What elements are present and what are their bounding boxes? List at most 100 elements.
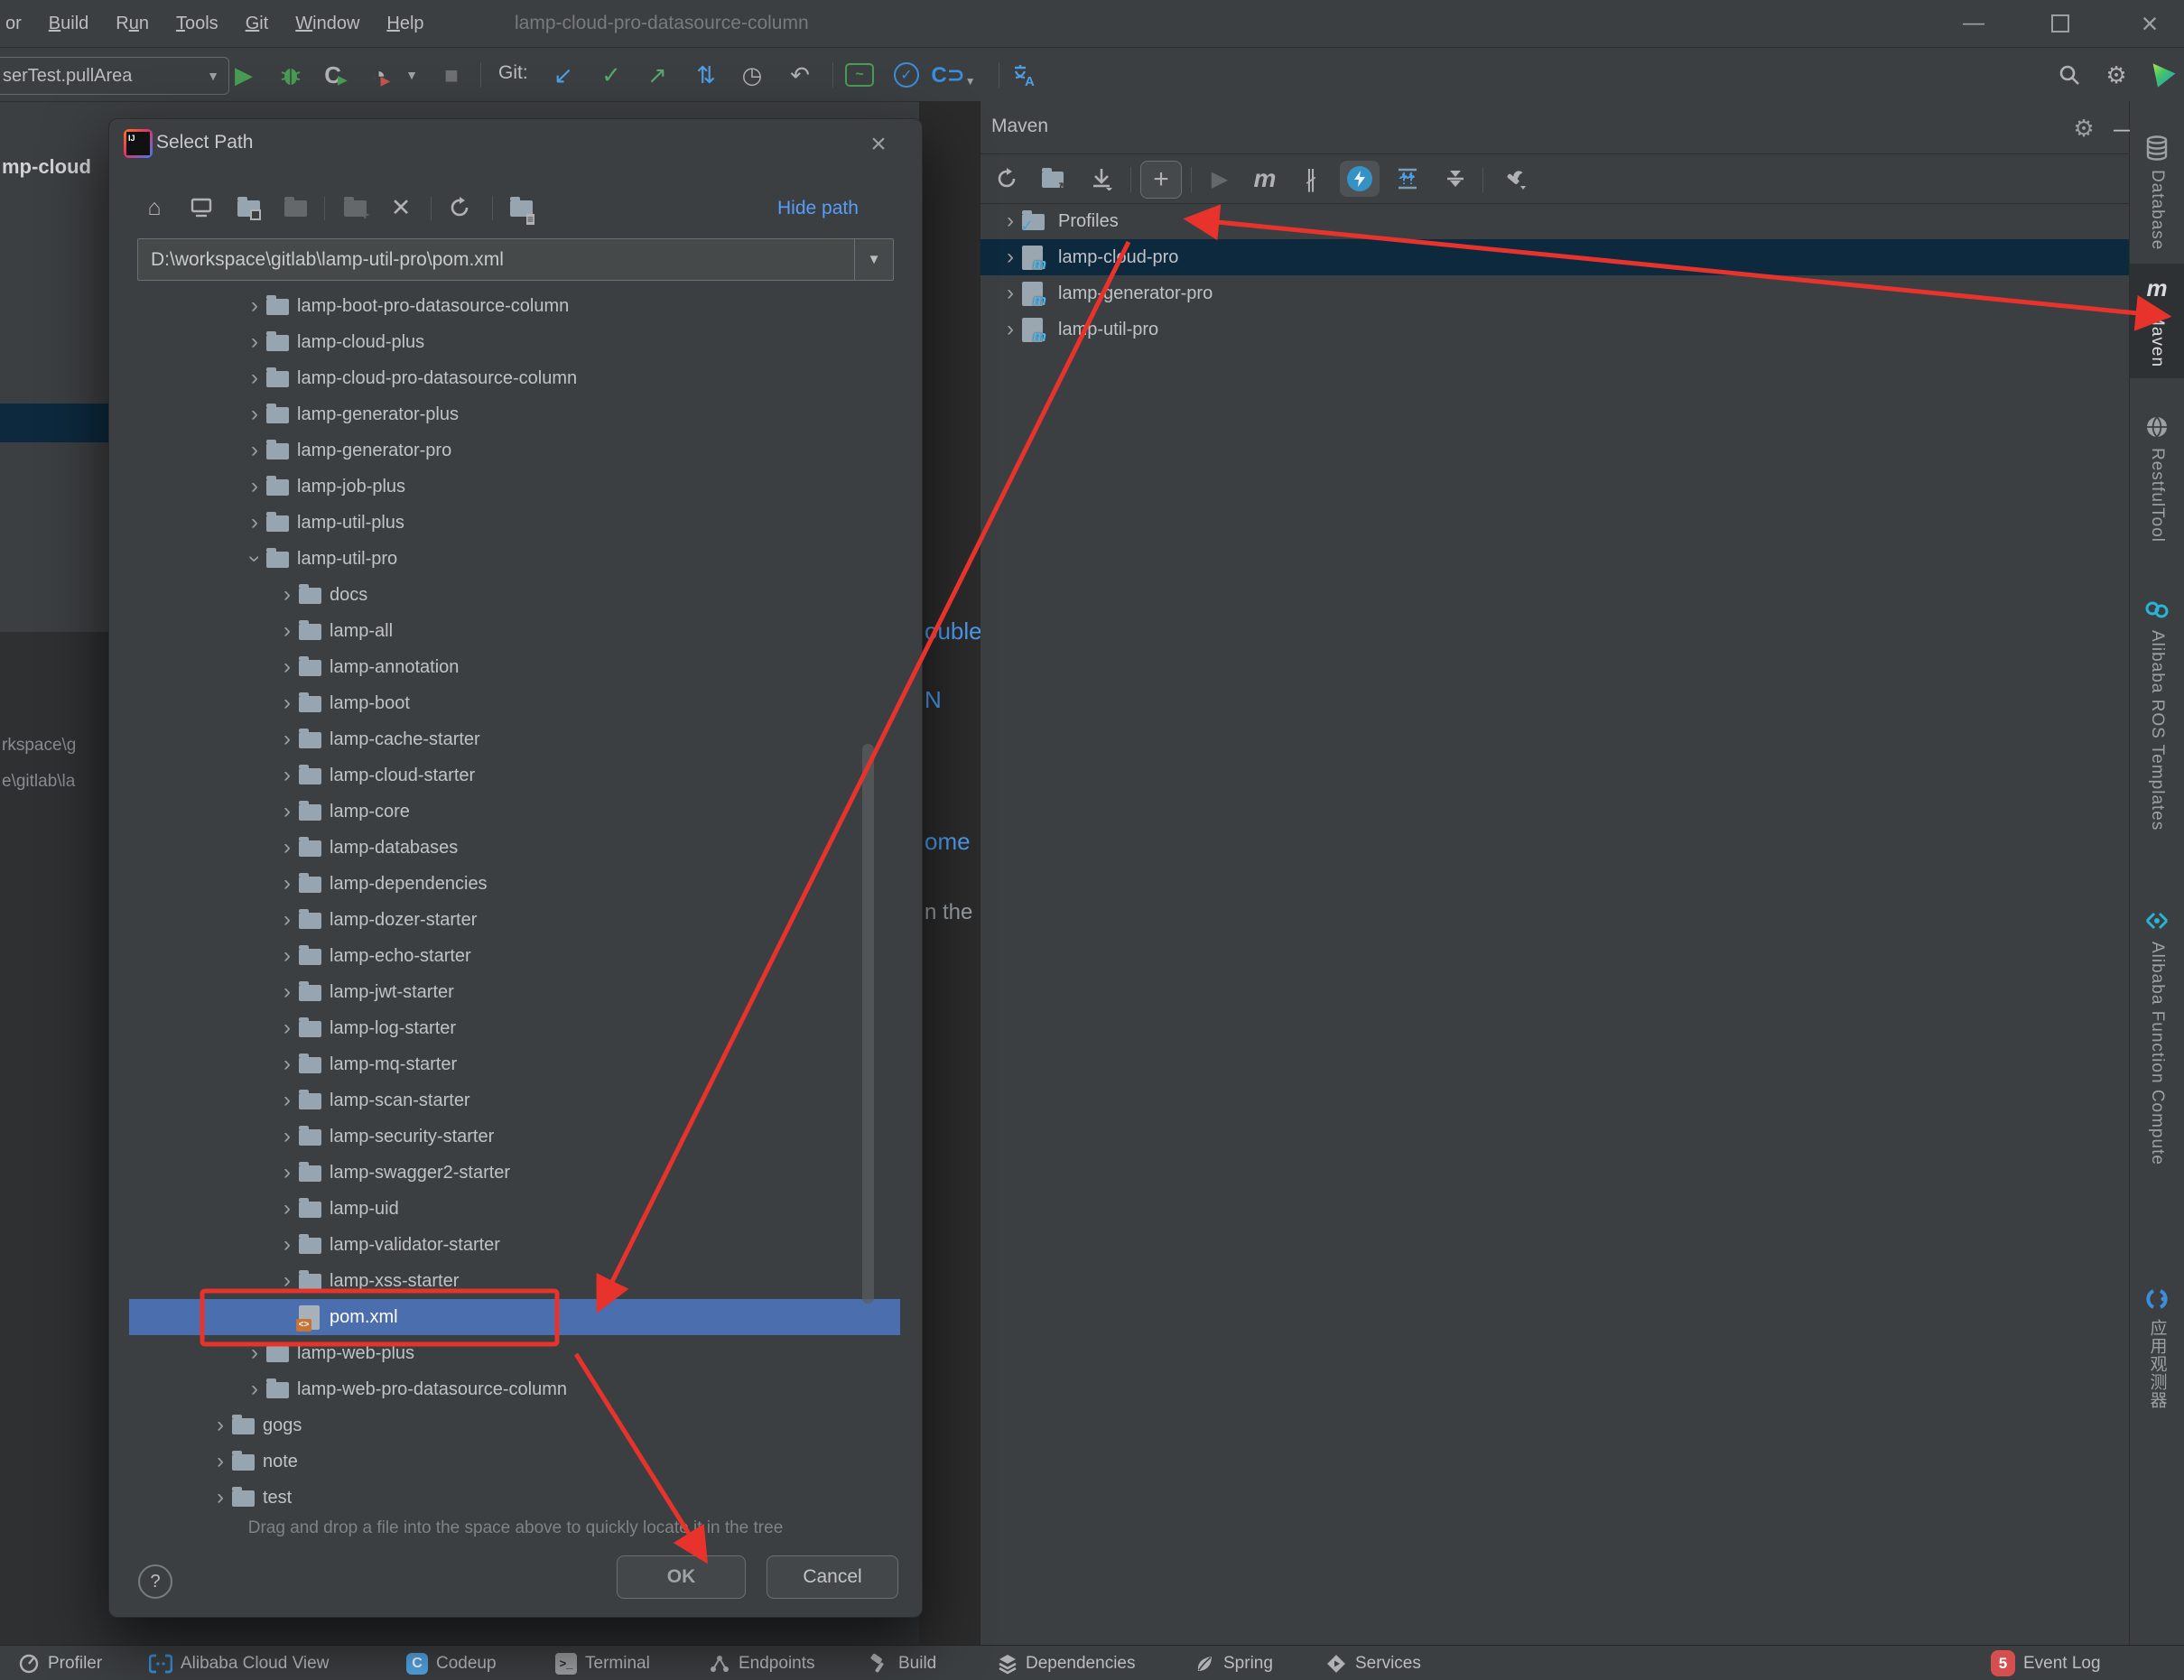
chevron-collapsed-icon[interactable]: › (999, 317, 1022, 342)
collapse-all-button[interactable] (1436, 161, 1475, 197)
statusbar-item-codeup[interactable]: CCodeup (406, 1646, 497, 1680)
tree-item-gogs[interactable]: ›gogs (129, 1407, 900, 1443)
statusbar-item-alibaba-cloud-view[interactable]: Alibaba Cloud View (149, 1646, 329, 1680)
tree-item-lamp-log-starter[interactable]: ›lamp-log-starter (129, 1010, 900, 1046)
maven-item-profiles[interactable]: ›✓Profiles (980, 203, 2129, 239)
menu-item-tools[interactable]: Tools (176, 14, 218, 34)
statusbar-item-services[interactable]: Services (1325, 1646, 1421, 1680)
statusbar-item-profiler[interactable]: Profiler (18, 1646, 102, 1680)
monitor-plugin-button[interactable]: ~ (840, 57, 879, 93)
git-update-button[interactable]: ↙ (544, 57, 583, 93)
statusbar-item-dependencies[interactable]: Dependencies (998, 1646, 1135, 1680)
chevron-collapsed-icon[interactable]: › (275, 582, 299, 608)
chevron-collapsed-icon[interactable]: › (275, 799, 299, 824)
chevron-collapsed-icon[interactable]: › (275, 654, 299, 680)
tree-item-lamp-xss-starter[interactable]: ›lamp-xss-starter (129, 1263, 900, 1299)
maven-reload-button[interactable] (987, 161, 1027, 197)
chevron-collapsed-icon[interactable]: › (275, 691, 299, 716)
chevron-collapsed-icon[interactable]: › (209, 1485, 232, 1510)
path-input[interactable]: D:\workspace\gitlab\lamp-util-pro\pom.xm… (137, 238, 894, 281)
git-commit-button[interactable]: ✓ (591, 57, 631, 93)
statusbar-item-build[interactable]: Build (869, 1646, 936, 1680)
chevron-collapsed-icon[interactable]: › (275, 871, 299, 896)
run-configuration-select[interactable]: serTest.pullArea ▼ (0, 57, 229, 95)
hide-path-link[interactable]: Hide path (777, 198, 859, 219)
cancel-button[interactable]: Cancel (767, 1555, 898, 1599)
tree-item-lamp-job-plus[interactable]: ›lamp-job-plus (129, 469, 900, 505)
tree-scrollbar[interactable] (862, 744, 874, 1304)
statusbar-item-terminal[interactable]: >_Terminal (555, 1646, 650, 1680)
dialog-close-button[interactable]: × (859, 126, 898, 162)
check-plugin-button[interactable]: ✓ (887, 57, 926, 93)
tool-window-tab-database[interactable]: Database (2130, 125, 2184, 261)
maven-download-sources-button[interactable] (1082, 161, 1121, 197)
search-everywhere-button[interactable] (2049, 57, 2089, 93)
stop-button[interactable]: ■ (432, 57, 471, 93)
chevron-collapsed-icon[interactable]: › (275, 1232, 299, 1258)
tree-item-lamp-core[interactable]: ›lamp-core (129, 794, 900, 830)
run-with-coverage-button[interactable]: C▶ (316, 57, 356, 93)
tree-item-lamp-uid[interactable]: ›lamp-uid (129, 1191, 900, 1227)
chevron-collapsed-icon[interactable]: › (275, 1052, 299, 1077)
close-button[interactable]: × (2118, 0, 2181, 47)
chevron-collapsed-icon[interactable]: › (275, 943, 299, 969)
maven-generate-sources-button[interactable]: ↻ (1033, 161, 1073, 197)
tree-item-lamp-web-plus[interactable]: ›lamp-web-plus (129, 1335, 900, 1371)
chevron-collapsed-icon[interactable]: › (999, 281, 1022, 306)
tree-item-lamp-annotation[interactable]: ›lamp-annotation (129, 649, 900, 685)
tree-item-lamp-dependencies[interactable]: ›lamp-dependencies (129, 866, 900, 902)
chevron-collapsed-icon[interactable]: › (243, 330, 266, 355)
new-folder-button[interactable] (230, 190, 266, 226)
show-hidden-files-button[interactable]: ≡ (503, 190, 539, 226)
ide-plugin-logo[interactable] (2143, 57, 2183, 93)
tree-item-lamp-boot-pro-datasource-column[interactable]: ›lamp-boot-pro-datasource-column (129, 288, 900, 324)
maven-execute-goal-button[interactable]: m (1245, 161, 1285, 197)
help-button[interactable]: ? (138, 1564, 172, 1599)
chevron-collapsed-icon[interactable]: › (275, 907, 299, 933)
tree-item-lamp-cache-starter[interactable]: ›lamp-cache-starter (129, 721, 900, 757)
maven-add-project-button[interactable]: + (1140, 161, 1182, 199)
chevron-collapsed-icon[interactable]: › (243, 474, 266, 499)
tool-window-tab-observer[interactable]: 应用观测器 (2130, 1277, 2184, 1420)
menu-item-or[interactable]: or (5, 14, 22, 34)
tree-item-lamp-util-pro[interactable]: ›lamp-util-pro (129, 541, 900, 577)
statusbar-item-endpoints[interactable]: Endpoints (709, 1646, 815, 1680)
maven-settings-gear-button[interactable]: ⚙ (2064, 110, 2104, 146)
translate-plugin-button[interactable]: A (1004, 57, 1044, 93)
delete-button[interactable]: ✕ (383, 190, 419, 226)
chevron-collapsed-icon[interactable]: › (275, 1196, 299, 1221)
menu-item-git[interactable]: Git (246, 14, 269, 34)
home-directory-button[interactable]: ⌂ (136, 190, 172, 226)
chevron-collapsed-icon[interactable]: › (275, 979, 299, 1005)
maven-skip-tests-button[interactable]: ∦ (1291, 161, 1331, 197)
tree-item-lamp-boot[interactable]: ›lamp-boot (129, 685, 900, 721)
chevron-expanded-icon[interactable]: › (242, 547, 267, 571)
chevron-collapsed-icon[interactable]: › (275, 1088, 299, 1113)
tree-item-lamp-mq-starter[interactable]: ›lamp-mq-starter (129, 1046, 900, 1082)
debug-button[interactable] (271, 57, 311, 93)
chevron-collapsed-icon[interactable]: › (275, 1268, 299, 1294)
tree-item-lamp-cloud-starter[interactable]: ›lamp-cloud-starter (129, 757, 900, 794)
chevron-collapsed-icon[interactable]: › (243, 1341, 266, 1366)
refresh-button[interactable] (441, 190, 478, 226)
tree-item-lamp-jwt-starter[interactable]: ›lamp-jwt-starter (129, 974, 900, 1010)
menu-item-build[interactable]: Build (49, 14, 88, 34)
restore-button[interactable] (2029, 0, 2092, 47)
tool-window-tab-maven-m[interactable]: mMaven (2130, 264, 2184, 378)
add-folder-button[interactable]: + (337, 190, 373, 226)
chevron-collapsed-icon[interactable]: › (275, 835, 299, 860)
git-rollback-button[interactable]: ↶ (780, 57, 820, 93)
settings-gear-button[interactable]: ⚙ (2096, 57, 2136, 93)
tool-window-tab-globe[interactable]: RestfulTool (2130, 404, 2184, 553)
chevron-collapsed-icon[interactable]: › (275, 618, 299, 644)
chevron-collapsed-icon[interactable]: › (243, 402, 266, 427)
maven-offline-mode-button[interactable] (1340, 161, 1380, 197)
tree-item-lamp-generator-plus[interactable]: ›lamp-generator-plus (129, 396, 900, 432)
chevron-collapsed-icon[interactable]: › (243, 1377, 266, 1402)
chevron-collapsed-icon[interactable]: › (243, 510, 266, 535)
chevron-collapsed-icon[interactable]: › (275, 1160, 299, 1185)
tree-item-lamp-web-pro-datasource-column[interactable]: ›lamp-web-pro-datasource-column (129, 1371, 900, 1407)
tree-item-lamp-swagger2-starter[interactable]: ›lamp-swagger2-starter (129, 1155, 900, 1191)
run-options-chevron[interactable]: ▼ (401, 57, 423, 93)
tree-item-test[interactable]: ›test (129, 1480, 900, 1516)
